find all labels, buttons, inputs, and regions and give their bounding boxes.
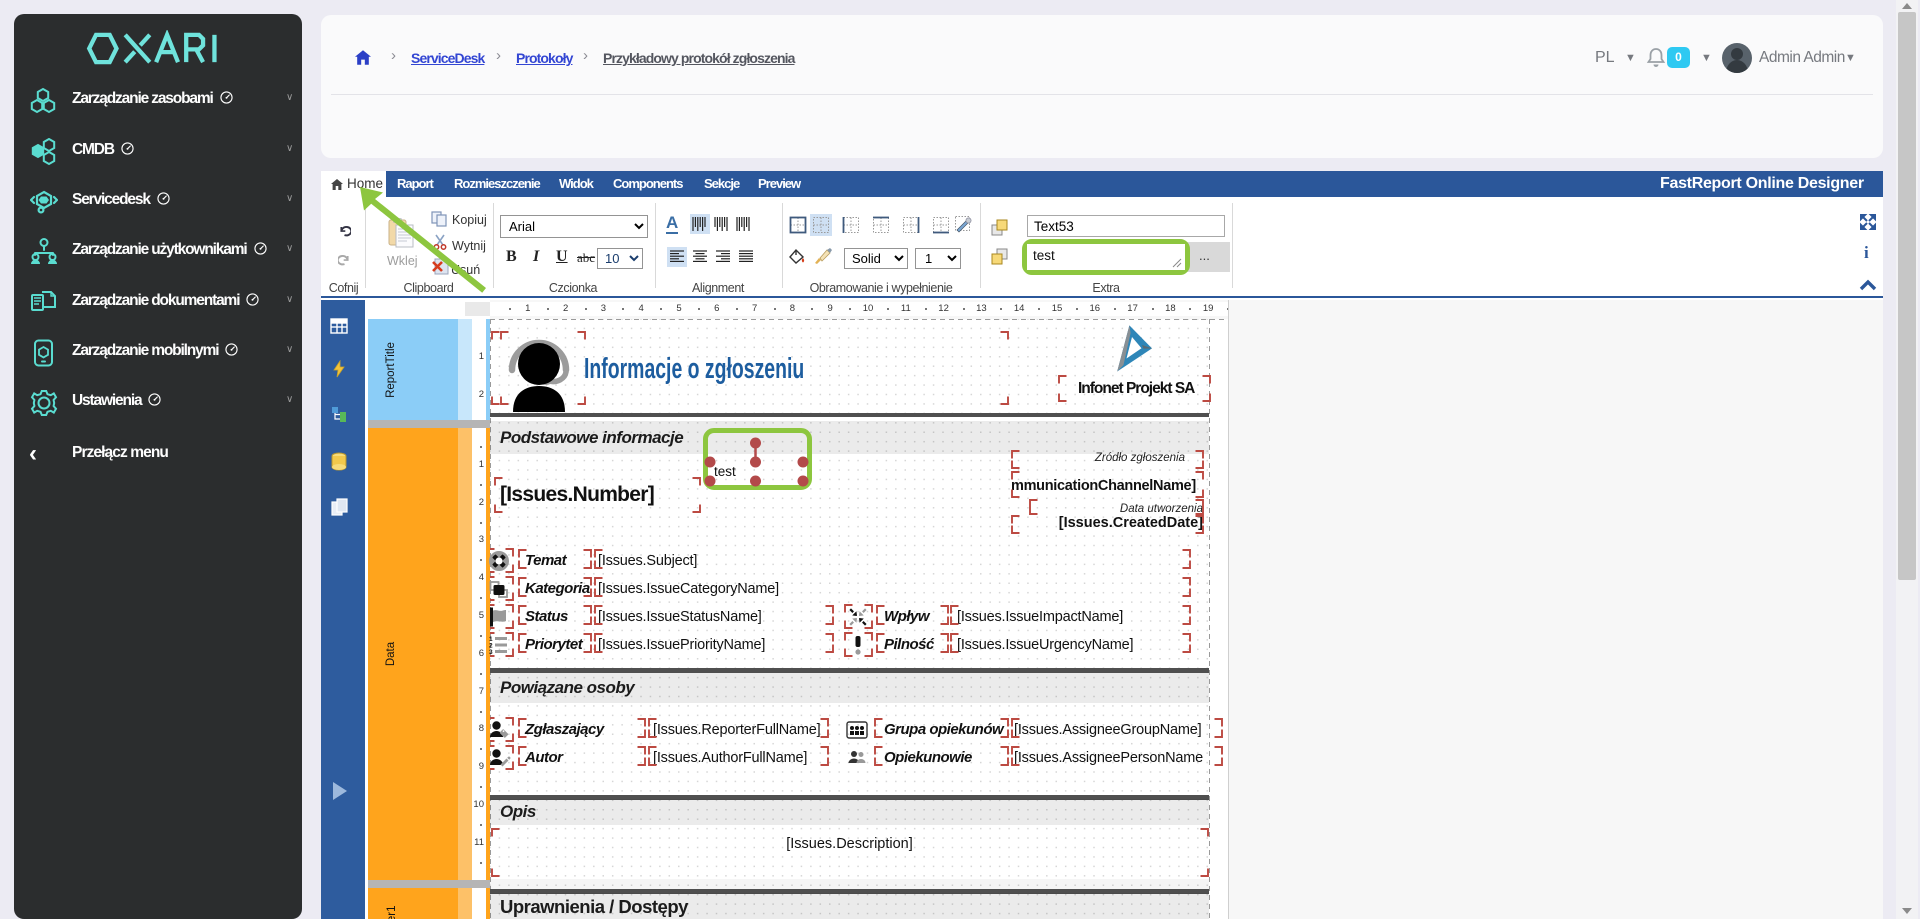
svg-text:3: 3 — [489, 649, 493, 655]
